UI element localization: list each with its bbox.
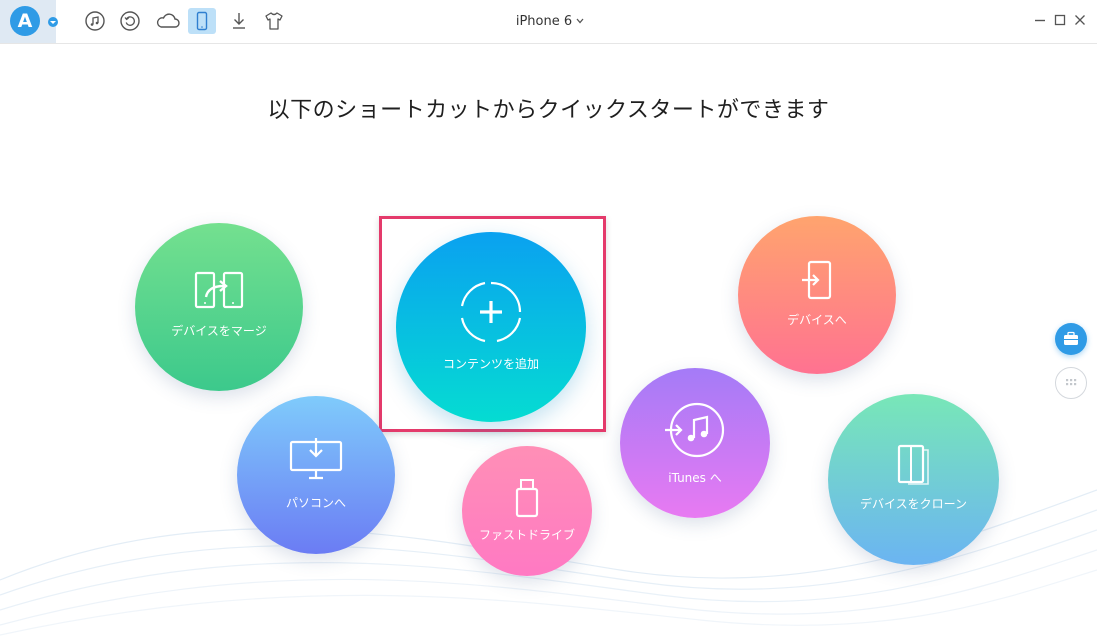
to-device-label: デバイスへ: [787, 313, 847, 327]
maximize-icon: [1054, 14, 1066, 26]
fast-drive-shortcut[interactable]: ファストドライブ: [462, 446, 592, 576]
to-device-icon: [802, 260, 832, 300]
to-itunes-label: iTunes へ: [668, 471, 722, 485]
page-title: 以下のショートカットからクイックスタートができます: [267, 98, 830, 123]
add-icon: [460, 281, 522, 343]
device-selector[interactable]: iPhone 6: [490, 11, 610, 31]
toolbox-icon: [1064, 331, 1078, 345]
fast-drive-label: ファストドライブ: [478, 528, 575, 542]
app-logo-icon: A: [10, 6, 40, 36]
merge-device-shortcut[interactable]: デバイスをマージ: [135, 223, 303, 391]
clone-device-shortcut[interactable]: デバイスをクローン: [828, 394, 999, 565]
device-name: iPhone 6: [515, 14, 573, 29]
usb-drive-icon: [515, 479, 539, 518]
restore-tool-button[interactable]: [116, 8, 144, 34]
itunes-icon: [665, 402, 725, 458]
clone-icon: [897, 444, 929, 485]
add-content-shortcut[interactable]: コンテンツを追加: [396, 232, 586, 422]
to-pc-icon: [289, 438, 343, 480]
toolbox-button[interactable]: [1055, 323, 1087, 355]
add-content-label: コンテンツを追加: [442, 357, 539, 371]
tshirt-icon: [265, 12, 283, 30]
title-bar: A iPhone 6: [0, 0, 1097, 44]
device-icon: [196, 11, 208, 31]
maximize-button[interactable]: [1052, 12, 1068, 28]
tshirt-tool-button[interactable]: [260, 8, 288, 34]
grid-icon: [1066, 379, 1077, 386]
download-tool-button[interactable]: [225, 8, 253, 34]
merge-device-label: デバイスをマージ: [171, 324, 267, 338]
minimize-icon: [1035, 19, 1045, 22]
to-pc-shortcut[interactable]: パソコンへ: [237, 396, 395, 554]
minimize-button[interactable]: [1032, 12, 1048, 28]
clone-device-label: デバイスをクローン: [859, 497, 968, 511]
to-itunes-shortcut[interactable]: iTunes へ: [620, 368, 770, 518]
download-icon: [233, 13, 245, 29]
app-menu-button[interactable]: A: [0, 0, 58, 43]
to-pc-label: パソコンへ: [285, 496, 346, 510]
dropdown-arrow-icon[interactable]: [48, 17, 58, 27]
chevron-down-icon: [576, 11, 584, 31]
device-tool-button[interactable]: [188, 8, 216, 34]
cloud-icon: [156, 13, 180, 28]
cloud-tool-button[interactable]: [152, 8, 184, 34]
music-tool-button[interactable]: [81, 8, 109, 34]
merge-icon: [194, 271, 244, 309]
close-button[interactable]: [1072, 12, 1088, 28]
app-grid-button[interactable]: [1055, 367, 1087, 399]
to-device-shortcut[interactable]: デバイスへ: [738, 216, 896, 374]
restore-icon: [120, 11, 140, 31]
music-icon: [85, 11, 105, 31]
close-icon: [1075, 15, 1085, 25]
